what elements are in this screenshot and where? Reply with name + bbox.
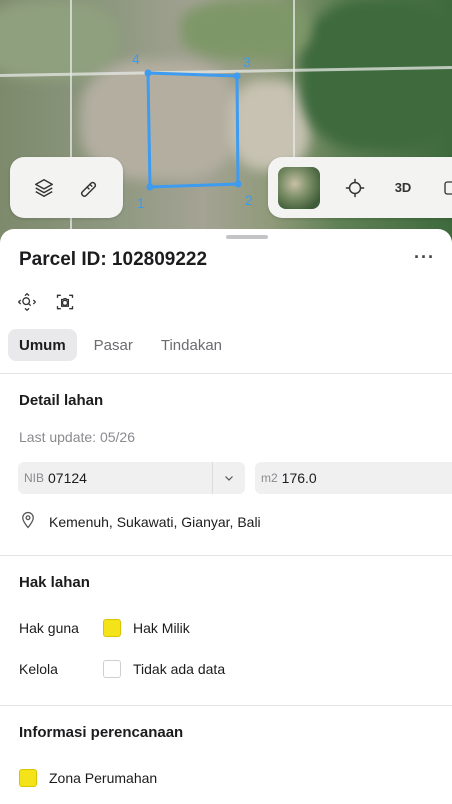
location-text: Kemenuh, Sukawati, Gianyar, Bali (49, 513, 261, 530)
area-unit-label: m2 (261, 471, 278, 485)
planning-section-title: Informasi perencanaan (19, 724, 184, 741)
vertex-label: 4 (132, 51, 140, 67)
more-options-button[interactable]: ··· (414, 247, 435, 268)
camera-icon[interactable] (55, 292, 75, 312)
chevron-down-icon[interactable] (212, 462, 245, 494)
divider (0, 373, 452, 374)
crosshair-icon[interactable] (342, 175, 368, 201)
kelola-key: Kelola (19, 661, 58, 677)
kelola-swatch (103, 660, 121, 678)
map-controls-right: 3D (268, 157, 452, 218)
hak-section-title: Hak lahan (19, 574, 90, 591)
last-update-text: Last update: 05/26 (19, 429, 135, 445)
parcel-title: Parcel ID: 102809222 (19, 249, 208, 270)
divider (0, 555, 452, 556)
hak-guna-swatch (103, 619, 121, 637)
nib-field[interactable]: NIB 07124 (18, 462, 245, 494)
tab-tindakan[interactable]: Tindakan (150, 329, 233, 361)
3d-view-button[interactable]: 3D (390, 175, 416, 201)
layers-icon[interactable] (31, 175, 57, 201)
map-controls-left (10, 157, 123, 218)
nib-value: 07124 (48, 470, 87, 486)
vertex-label: 3 (243, 54, 251, 70)
zone-value: Zona Perumahan (49, 770, 158, 786)
fullscreen-icon[interactable] (438, 175, 452, 201)
area-field[interactable]: m2 176.0 (255, 462, 452, 494)
divider (0, 705, 452, 706)
detail-section-title: Detail lahan (19, 392, 104, 409)
location-pin-icon (19, 510, 37, 533)
ruler-icon[interactable] (76, 175, 102, 201)
map-view[interactable]: 4 3 2 1 3D (0, 0, 452, 250)
vertex-label: 2 (245, 192, 253, 208)
sheet-drag-handle[interactable] (226, 235, 268, 239)
zone-swatch (19, 769, 37, 787)
vertex-label: 1 (137, 195, 145, 211)
kelola-row: Kelola Tidak ada data (19, 660, 225, 678)
parcel-detail-sheet: Parcel ID: 102809222 ··· Umum Pasar Tind… (0, 229, 452, 804)
tab-umum[interactable]: Umum (8, 329, 77, 361)
parcel-tools (17, 292, 75, 312)
tab-bar: Umum Pasar Tindakan (8, 329, 239, 361)
basemap-thumbnail[interactable] (278, 166, 320, 209)
tab-pasar[interactable]: Pasar (83, 329, 144, 361)
nib-label: NIB (24, 471, 45, 485)
area-value: 176.0 (281, 470, 317, 486)
kelola-value: Tidak ada data (133, 661, 226, 677)
zoom-to-parcel-icon[interactable] (17, 292, 37, 312)
hak-guna-row: Hak guna Hak Milik (19, 619, 190, 637)
hak-guna-value: Hak Milik (133, 620, 190, 636)
location-row: Kemenuh, Sukawati, Gianyar, Bali (19, 510, 261, 533)
zone-row: Zona Perumahan (19, 769, 157, 787)
hak-guna-key: Hak guna (19, 620, 79, 636)
